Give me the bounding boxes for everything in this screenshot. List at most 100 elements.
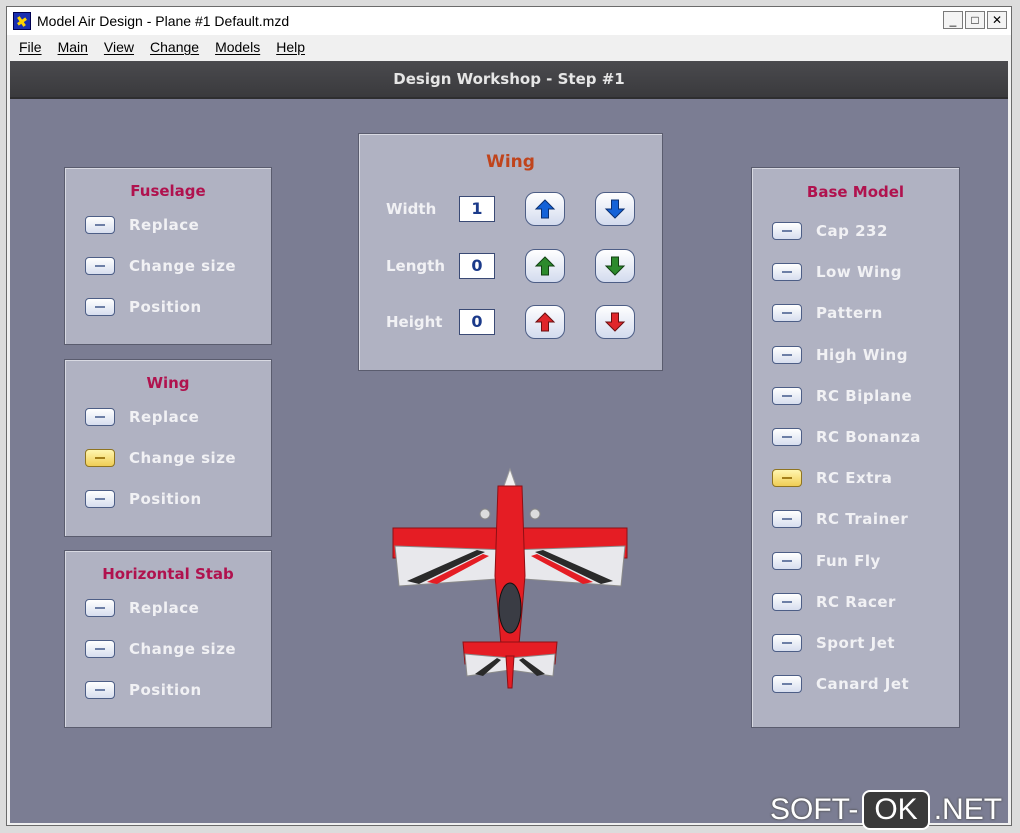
option-button-icon[interactable] (85, 640, 115, 658)
wing-width-value[interactable]: 1 (459, 196, 495, 222)
model-label: RC Biplane (816, 387, 913, 405)
wing-panel-title: Wing (146, 374, 190, 392)
option-button-icon[interactable] (772, 593, 802, 611)
fuselage-position-option[interactable]: Position (85, 298, 202, 316)
option-button-icon[interactable] (85, 216, 115, 234)
model-rc-biplane[interactable]: RC Biplane (772, 387, 912, 405)
option-label: Change size (129, 257, 237, 275)
base-model-panel: Base Model Cap 232 Low Wing Pattern High… (751, 167, 960, 728)
title-bar: Model Air Design - Plane #1 Default.mzd … (7, 7, 1011, 35)
option-button-icon[interactable] (772, 675, 802, 693)
option-button-icon[interactable] (772, 346, 802, 364)
fuselage-panel: Fuselage Replace Change size Position (64, 167, 272, 345)
option-button-icon[interactable] (85, 257, 115, 275)
wing-position-option[interactable]: Position (85, 490, 202, 508)
model-label: RC Racer (816, 593, 896, 611)
option-label: Replace (129, 408, 200, 426)
model-label: RC Extra (816, 469, 893, 487)
wing-panel: Wing Replace Change size Position (64, 359, 272, 537)
model-rc-bonanza[interactable]: RC Bonanza (772, 428, 921, 446)
hstab-replace-option[interactable]: Replace (85, 599, 199, 617)
option-button-icon[interactable] (85, 408, 115, 426)
model-high-wing[interactable]: High Wing (772, 346, 908, 364)
window-controls: _ □ ✕ (943, 11, 1007, 29)
fuselage-replace-option[interactable]: Replace (85, 216, 199, 234)
option-label: Replace (129, 599, 200, 617)
menu-view[interactable]: View (104, 39, 134, 55)
menu-models[interactable]: Models (215, 39, 260, 55)
wing-height-value[interactable]: 0 (459, 309, 495, 335)
model-canard-jet[interactable]: Canard Jet (772, 675, 909, 693)
option-button-active-icon[interactable] (85, 449, 115, 467)
model-fun-fly[interactable]: Fun Fly (772, 552, 881, 570)
option-button-active-icon[interactable] (772, 469, 802, 487)
menu-file[interactable]: File (19, 39, 42, 55)
hstab-change-size-option[interactable]: Change size (85, 640, 236, 658)
model-label: Canard Jet (816, 675, 910, 693)
airplane-preview-icon (392, 467, 628, 689)
model-rc-trainer[interactable]: RC Trainer (772, 510, 908, 528)
wing-length-down-button[interactable] (595, 249, 635, 283)
option-label: Change size (129, 640, 237, 658)
maximize-button[interactable]: □ (965, 11, 985, 29)
menu-main[interactable]: Main (58, 39, 88, 55)
watermark-ok: OK (862, 790, 930, 830)
model-cap-232[interactable]: Cap 232 (772, 222, 888, 240)
wing-replace-option[interactable]: Replace (85, 408, 199, 426)
wing-length-label: Length (386, 257, 445, 275)
window-title: Model Air Design - Plane #1 Default.mzd (37, 13, 290, 29)
option-button-icon[interactable] (85, 490, 115, 508)
option-button-icon[interactable] (85, 681, 115, 699)
wing-height-up-button[interactable] (525, 305, 565, 339)
model-label: High Wing (816, 346, 908, 364)
model-label: Low Wing (816, 263, 903, 281)
model-label: Pattern (816, 304, 883, 322)
watermark-left: SOFT- (770, 793, 859, 826)
wing-length-value[interactable]: 0 (459, 253, 495, 279)
watermark: SOFT- OK .NET (770, 790, 1002, 830)
option-button-icon[interactable] (772, 552, 802, 570)
option-button-icon[interactable] (772, 304, 802, 322)
model-label: Fun Fly (816, 552, 881, 570)
horizontal-stab-panel: Horizontal Stab Replace Change size Posi… (64, 550, 272, 728)
app-plane-icon (13, 12, 31, 30)
arrow-up-icon (534, 312, 556, 332)
option-button-icon[interactable] (772, 510, 802, 528)
menu-help[interactable]: Help (276, 39, 305, 55)
option-label: Position (129, 490, 202, 508)
option-button-icon[interactable] (85, 298, 115, 316)
option-button-icon[interactable] (772, 263, 802, 281)
wing-width-down-button[interactable] (595, 192, 635, 226)
hstab-position-option[interactable]: Position (85, 681, 202, 699)
option-button-icon[interactable] (772, 222, 802, 240)
option-button-icon[interactable] (772, 634, 802, 652)
wing-height-down-button[interactable] (595, 305, 635, 339)
arrow-down-icon (604, 256, 626, 276)
model-pattern[interactable]: Pattern (772, 304, 883, 322)
option-button-icon[interactable] (772, 428, 802, 446)
model-rc-racer[interactable]: RC Racer (772, 593, 896, 611)
arrow-up-icon (534, 256, 556, 276)
option-label: Replace (129, 216, 200, 234)
model-label: RC Bonanza (816, 428, 921, 446)
wing-width-up-button[interactable] (525, 192, 565, 226)
model-low-wing[interactable]: Low Wing (772, 263, 902, 281)
option-button-icon[interactable] (772, 387, 802, 405)
model-sport-jet[interactable]: Sport Jet (772, 634, 895, 652)
menu-change[interactable]: Change (150, 39, 199, 55)
option-button-icon[interactable] (85, 599, 115, 617)
arrow-up-icon (534, 199, 556, 219)
fuselage-change-size-option[interactable]: Change size (85, 257, 236, 275)
close-button[interactable]: ✕ (987, 11, 1007, 29)
model-rc-extra[interactable]: RC Extra (772, 469, 892, 487)
horizontal-stab-title: Horizontal Stab (102, 565, 234, 583)
model-label: Cap 232 (816, 222, 888, 240)
arrow-down-icon (604, 312, 626, 332)
minimize-button[interactable]: _ (943, 11, 963, 29)
wing-change-size-option[interactable]: Change size (85, 449, 236, 467)
base-model-title: Base Model (806, 183, 905, 201)
option-label: Position (129, 681, 202, 699)
workspace: Design Workshop - Step #1 Fuselage Repla… (10, 61, 1008, 823)
wing-editor-panel: Wing Width 1 Length 0 Height 0 (358, 133, 663, 371)
wing-length-up-button[interactable] (525, 249, 565, 283)
